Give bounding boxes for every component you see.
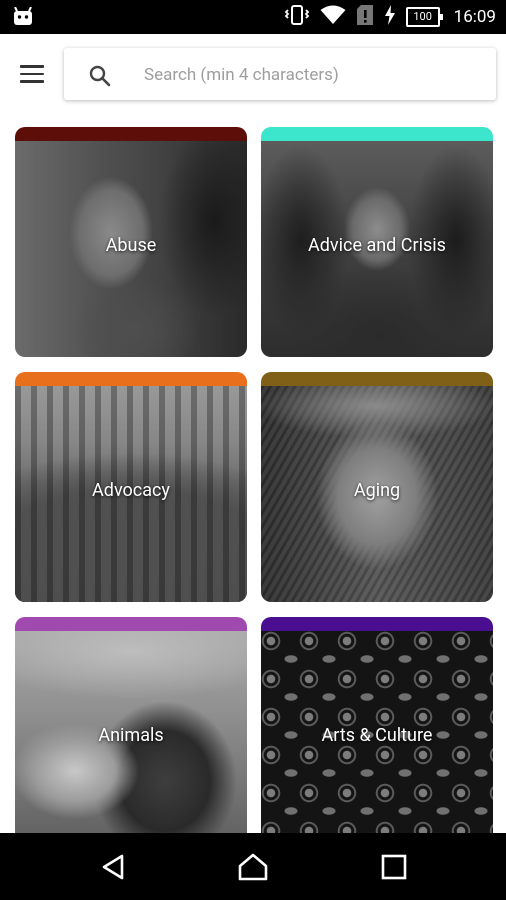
category-card-advice-and-crisis[interactable]: Advice and Crisis [261,127,493,357]
no-sim-icon [356,4,374,30]
category-color-stripe [261,372,493,386]
category-color-stripe [261,127,493,141]
charging-icon [384,5,396,29]
category-color-stripe [261,617,493,631]
category-card-abuse[interactable]: Abuse [15,127,247,357]
category-card-animals[interactable]: Animals [15,617,247,833]
hamburger-menu-icon[interactable] [20,65,46,83]
recents-icon[interactable] [378,851,410,883]
category-label: Aging [353,480,401,501]
android-icon [12,6,34,31]
category-grid: Abuse Advice and Crisis Advocacy Aging A… [0,112,506,833]
category-label: Abuse [105,235,157,256]
vibrate-icon [284,5,310,29]
category-label: Arts & Culture [321,725,433,746]
wifi-icon [320,5,346,29]
category-label: Advocacy [92,480,170,501]
navigation-bar [0,833,506,900]
category-card-aging[interactable]: Aging [261,372,493,602]
category-card-arts-and-culture[interactable]: Arts & Culture [261,617,493,833]
category-color-stripe [15,372,247,386]
search-box[interactable] [64,48,496,102]
search-icon[interactable] [88,64,112,88]
status-time: 16:09 [453,7,496,27]
home-icon[interactable] [237,851,269,883]
status-bar: 100 16:09 [0,0,506,34]
back-icon[interactable] [98,851,130,883]
category-label: Animals [98,725,164,746]
category-card-advocacy[interactable]: Advocacy [15,372,247,602]
search-input[interactable] [142,48,486,102]
category-color-stripe [15,127,247,141]
app-bar [0,34,506,112]
category-label: Advice and Crisis [308,235,446,256]
category-color-stripe [15,617,247,631]
battery-icon: 100 [405,7,443,27]
